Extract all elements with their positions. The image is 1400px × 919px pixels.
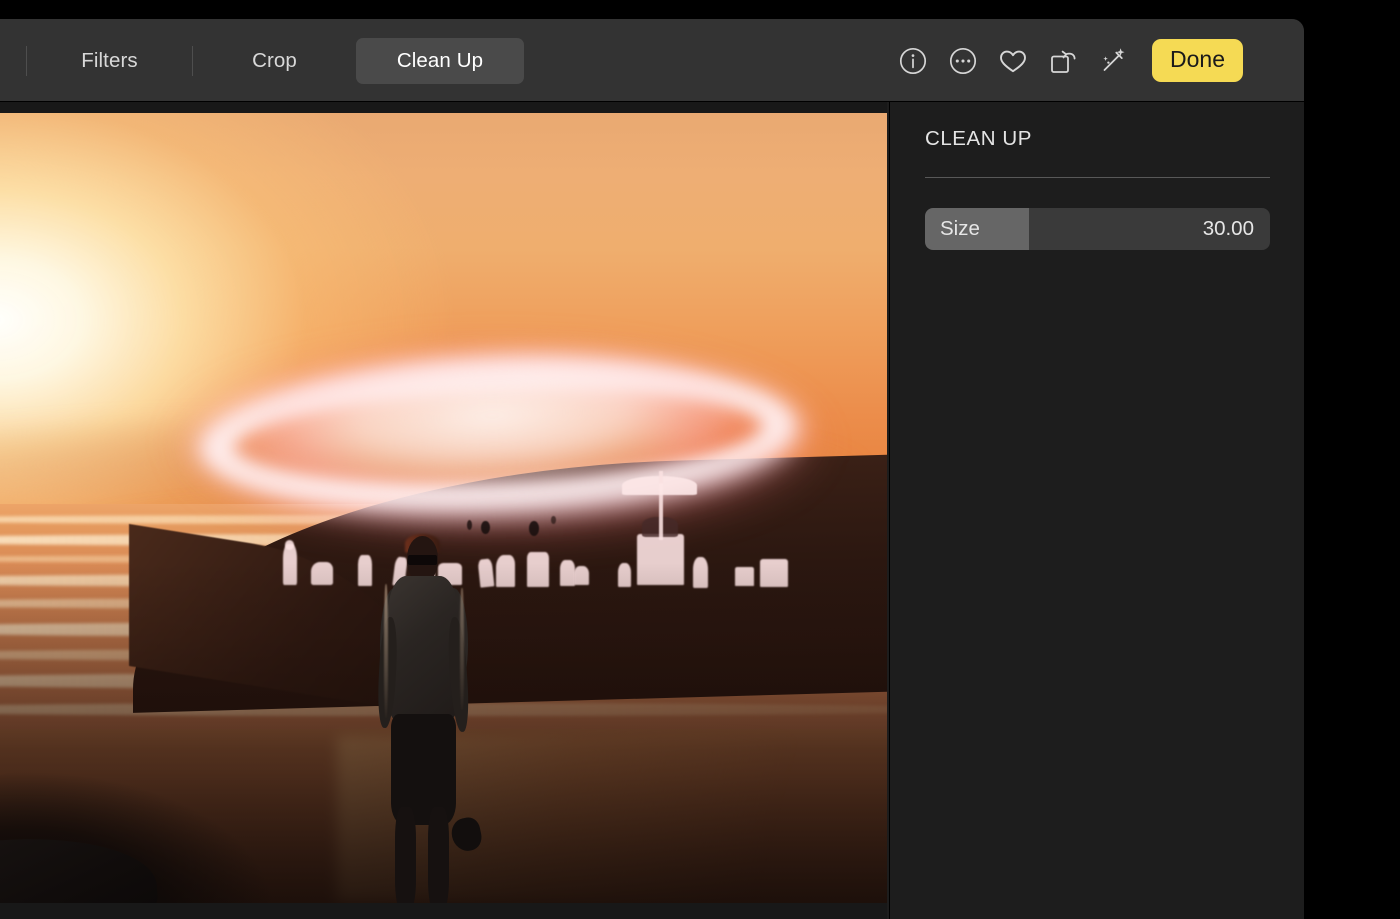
clean-up-inspector-panel: CLEAN UP Size 30.00 xyxy=(889,102,1304,919)
editor-window: st Filters Crop Clean Up xyxy=(0,19,1304,919)
edit-mode-tabs: st Filters Crop Clean Up xyxy=(0,19,524,102)
size-slider-value: 30.00 xyxy=(1202,217,1254,240)
photo-image[interactable] xyxy=(0,113,887,903)
panel-divider xyxy=(925,177,1270,178)
more-options-icon[interactable] xyxy=(938,36,988,86)
tab-crop-label: Crop xyxy=(252,48,297,72)
tab-adjust-clipped[interactable]: st xyxy=(0,38,26,84)
tab-clean-up[interactable]: Clean Up xyxy=(356,37,524,84)
editor-content: CLEAN UP Size 30.00 xyxy=(0,102,1304,919)
done-button[interactable]: Done xyxy=(1152,39,1243,82)
tab-filters[interactable]: Filters xyxy=(27,38,192,84)
info-icon[interactable] xyxy=(888,36,938,86)
magic-wand-icon[interactable] xyxy=(1088,36,1138,86)
rotate-icon[interactable] xyxy=(1038,36,1088,86)
heart-icon[interactable] xyxy=(988,36,1038,86)
panel-title: CLEAN UP xyxy=(925,127,1032,150)
size-slider[interactable]: Size 30.00 xyxy=(925,208,1270,250)
photo-canvas[interactable] xyxy=(0,102,887,919)
tab-crop[interactable]: Crop xyxy=(193,38,356,84)
person-silhouette xyxy=(356,533,489,903)
editor-toolbar: st Filters Crop Clean Up xyxy=(0,19,1304,102)
tab-clean-up-label: Clean Up xyxy=(396,48,484,72)
tab-filters-label: Filters xyxy=(81,48,138,72)
toolbar-actions: Done xyxy=(888,19,1304,102)
size-slider-label: Size xyxy=(940,217,980,240)
